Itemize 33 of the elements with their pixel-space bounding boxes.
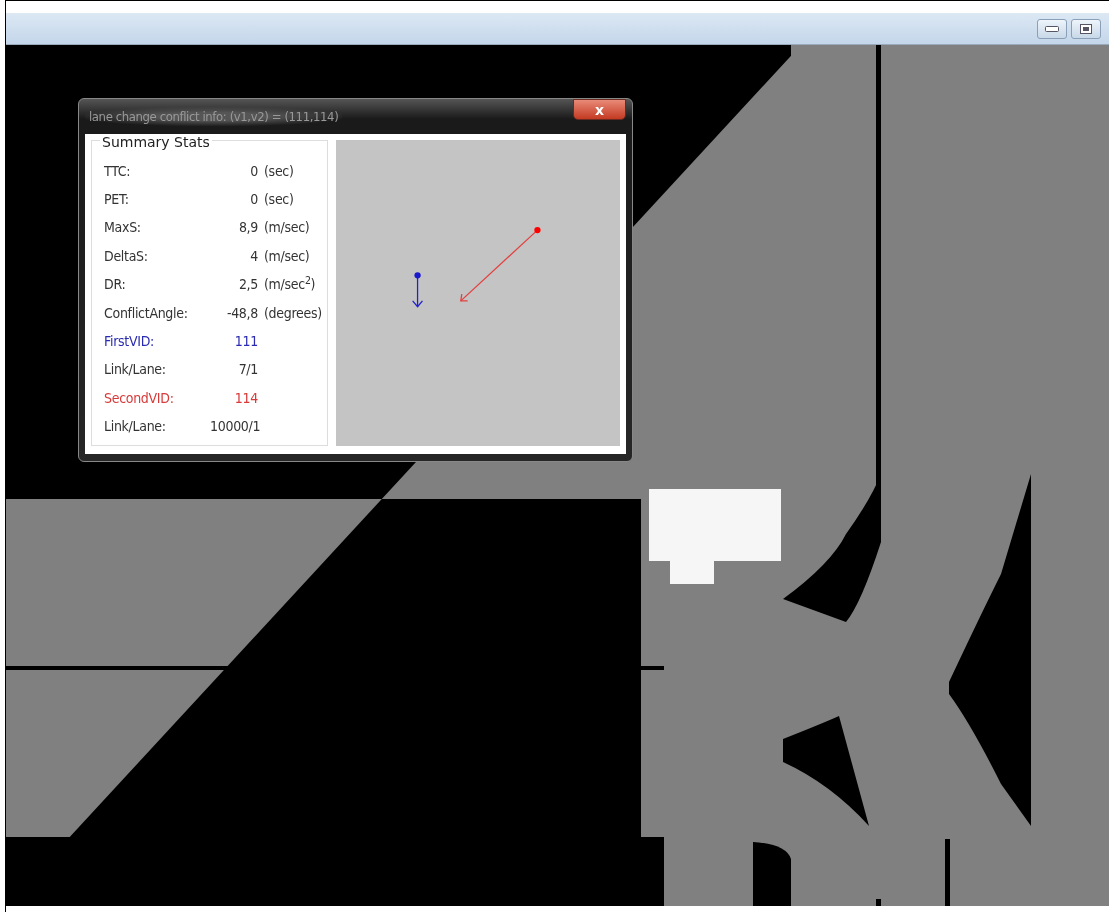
stat-label: PET:	[104, 190, 130, 210]
stat-value: 2,5	[237, 275, 258, 295]
stat-label: MaxS:	[104, 218, 142, 238]
stat-value: 111	[233, 332, 258, 352]
maximize-button[interactable]	[1071, 18, 1101, 39]
stat-value: 0	[249, 190, 258, 210]
stat-value: 114	[233, 388, 258, 408]
stat-value: 8,9	[237, 218, 258, 238]
stat-unit: (sec)	[264, 161, 295, 181]
stat-label: TTC:	[104, 161, 132, 181]
stat-label: FirstVID:	[104, 332, 155, 352]
dialog-title: lane change conflict info: (v1,v2) = (111,114)	[85, 106, 343, 127]
stat-label: Link/Lane:	[104, 417, 167, 437]
stat-label: Link/Lane:	[104, 360, 167, 380]
close-button[interactable]: x	[573, 99, 626, 120]
stat-unit: (sec)	[264, 190, 295, 210]
stat-label: DR:	[104, 275, 127, 295]
stat-label: ConflictAngle:	[104, 303, 189, 323]
stat-label: SecondVID:	[104, 388, 175, 408]
stat-value: 10000/1	[210, 417, 258, 437]
stat-unit: (degrees)	[264, 303, 323, 323]
maximize-icon	[1080, 23, 1092, 34]
stat-unit: (m/sec)	[264, 246, 311, 266]
stat-value: 4	[249, 246, 258, 266]
group-legend: Summary Stats	[100, 135, 212, 151]
stat-value: 7/1	[237, 360, 258, 380]
stat-value: 0	[249, 161, 258, 181]
minimize-button[interactable]	[1037, 18, 1067, 39]
stat-unit: (m/sec)	[264, 218, 311, 238]
minimize-icon	[1045, 25, 1059, 32]
stat-label: DeltaS:	[104, 246, 149, 266]
stat-value: -48,8	[225, 303, 258, 323]
stat-unit: (m/sec$^{2}$)	[264, 274, 317, 295]
